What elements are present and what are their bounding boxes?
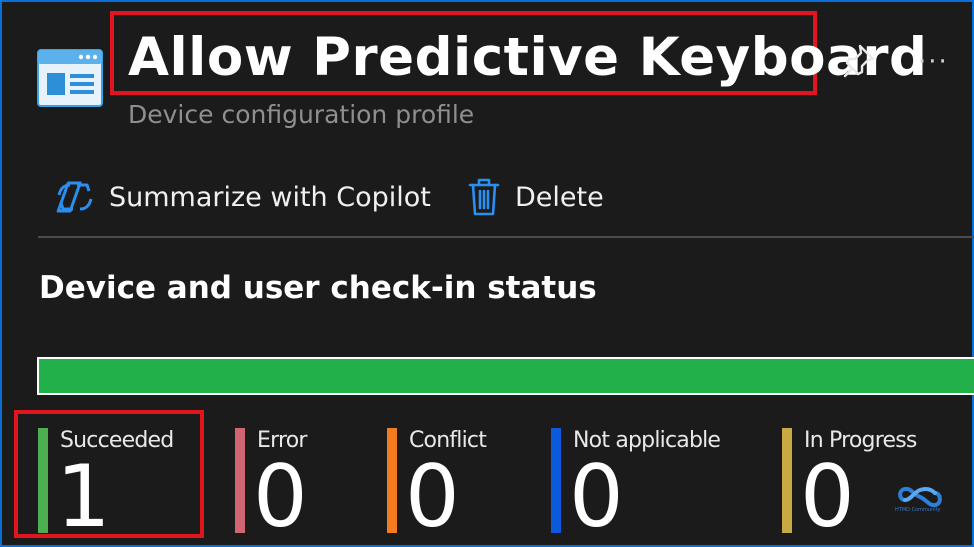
page-subtitle: Device configuration profile xyxy=(128,100,475,129)
stat-value: 0 xyxy=(569,447,624,547)
stat-value: 1 xyxy=(56,447,111,547)
pin-icon[interactable] xyxy=(842,43,876,79)
toolbar-divider xyxy=(38,236,974,238)
stat-value: 0 xyxy=(800,447,855,547)
stat-stripe xyxy=(387,428,397,533)
page-title: Allow Predictive Keyboard xyxy=(128,27,928,88)
delete-button[interactable]: Delete xyxy=(467,174,604,220)
trash-icon xyxy=(468,178,500,216)
stat-stripe xyxy=(235,428,245,533)
stat-value: 0 xyxy=(253,447,308,547)
stat-stripe xyxy=(38,428,48,533)
copilot-icon xyxy=(56,181,93,213)
summarize-with-copilot-button[interactable]: Summarize with Copilot xyxy=(55,174,431,220)
stat-stripe xyxy=(782,428,792,533)
configuration-profile-icon xyxy=(37,49,103,107)
copilot-button-label: Summarize with Copilot xyxy=(109,181,431,213)
more-options-icon[interactable]: ··· xyxy=(918,47,949,77)
status-section-title: Device and user check-in status xyxy=(39,270,597,306)
watermark-text: HTMD Community xyxy=(895,507,941,513)
delete-button-label: Delete xyxy=(515,181,604,213)
stat-value: 0 xyxy=(405,447,460,547)
succeeded-bar-fill xyxy=(39,359,974,393)
stat-stripe xyxy=(551,428,561,533)
checkin-status-bar xyxy=(37,357,974,395)
